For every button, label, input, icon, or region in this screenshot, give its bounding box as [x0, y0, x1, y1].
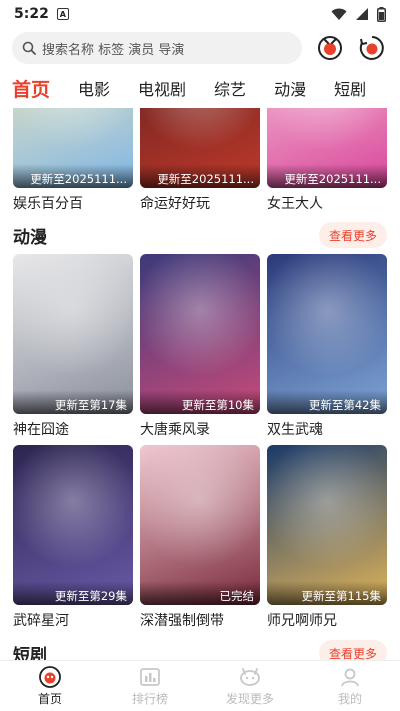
video-title: 大唐乘风录 [140, 422, 210, 438]
section-header-short-drama: 短剧 查看更多 [13, 638, 387, 660]
tab-variety[interactable]: 综艺 [214, 76, 246, 100]
episode-badge: 更新至第42集 [267, 390, 387, 414]
nav-label: 首页 [37, 691, 62, 706]
search-placeholder: 搜索名称 标签 演员 导演 [42, 42, 185, 58]
status-bar: 5:22 A [0, 0, 400, 28]
tab-anime[interactable]: 动漫 [274, 76, 306, 100]
tab-tv-series[interactable]: 电视剧 [138, 76, 186, 100]
episode-badge: 更新至第115集 [267, 581, 387, 605]
nav-label: 我的 [337, 691, 362, 706]
variety-row: 更新至2025111... 娱乐百分百 更新至2025111... 命运好好玩 … [13, 108, 387, 213]
poster-image: 更新至第10集 [140, 254, 260, 414]
video-title: 娱乐百分百 [13, 196, 83, 212]
profile-icon [339, 666, 361, 688]
search-row: 搜索名称 标签 演员 导演 [0, 28, 400, 68]
video-card[interactable]: 更新至2025111... 娱乐百分百 [13, 108, 133, 213]
search-input[interactable]: 搜索名称 标签 演员 导演 [12, 32, 302, 64]
search-icon [22, 41, 36, 55]
history-icon[interactable] [316, 34, 344, 62]
status-indicators [331, 6, 386, 22]
ranking-icon [139, 666, 161, 688]
video-title: 双生武魂 [267, 422, 323, 438]
download-icon[interactable] [358, 34, 386, 62]
video-card[interactable]: 更新至第42集 双生武魂 [267, 254, 387, 439]
home-feed[interactable]: 更新至2025111... 娱乐百分百 更新至2025111... 命运好好玩 … [0, 108, 400, 660]
poster-image: 更新至第17集 [13, 254, 133, 414]
poster-image: 更新至第115集 [267, 445, 387, 605]
episode-badge: 更新至第29集 [13, 581, 133, 605]
video-card[interactable]: 更新至2025111... 命运好好玩 [140, 108, 260, 213]
nav-item-home[interactable]: 首页 [0, 661, 100, 711]
section-title: 短剧 [13, 645, 47, 661]
nav-label: 排行榜 [131, 691, 168, 706]
episode-badge: 更新至第17集 [13, 390, 133, 414]
nav-item-profile[interactable]: 我的 [300, 661, 400, 711]
video-card[interactable]: 更新至第29集 武碎星河 [13, 445, 133, 630]
see-more-button[interactable]: 查看更多 [318, 640, 387, 660]
poster-image: 更新至2025111... [140, 108, 260, 188]
poster-image: 已完结 [140, 445, 260, 605]
video-card[interactable]: 更新至2025111... 女王大人 [267, 108, 387, 213]
section-header-anime: 动漫 查看更多 [13, 220, 387, 250]
notification-icon: A [56, 8, 69, 20]
poster-image: 更新至2025111... [13, 108, 133, 188]
video-title: 深潜强制倒带 [140, 613, 224, 629]
signal-icon [356, 8, 368, 20]
anime-row-2: 更新至第29集 武碎星河 已完结 深潜强制倒带 更新至第115集 师兄啊师兄 [13, 445, 387, 630]
poster-image: 更新至2025111... [267, 108, 387, 188]
category-tabs: 首页 电影 电视剧 综艺 动漫 短剧 [0, 68, 400, 108]
battery-icon [377, 6, 386, 22]
anime-row-1: 更新至第17集 神在囧途 更新至第10集 大唐乘风录 更新至第42集 双生武魂 [13, 254, 387, 439]
see-more-button[interactable]: 查看更多 [318, 222, 387, 248]
video-title: 神在囧途 [13, 422, 69, 438]
video-title: 女王大人 [267, 196, 323, 212]
poster-image: 更新至第29集 [13, 445, 133, 605]
discover-icon [239, 666, 261, 688]
video-title: 师兄啊师兄 [267, 613, 337, 629]
video-title: 武碎星河 [13, 613, 69, 629]
nav-item-discover[interactable]: 发现更多 [200, 661, 300, 711]
nav-label: 发现更多 [225, 691, 274, 706]
video-card[interactable]: 更新至第17集 神在囧途 [13, 254, 133, 439]
tab-movie[interactable]: 电影 [78, 76, 110, 100]
tab-short-drama[interactable]: 短剧 [334, 76, 366, 100]
section-title: 动漫 [13, 227, 47, 248]
video-title: 命运好好玩 [140, 196, 210, 212]
wifi-icon [331, 8, 347, 20]
episode-badge: 更新至2025111... [140, 164, 260, 188]
video-card[interactable]: 更新至第10集 大唐乘风录 [140, 254, 260, 439]
episode-badge: 更新至第10集 [140, 390, 260, 414]
bottom-nav: 首页 排行榜 发现更多 我的 [0, 660, 400, 711]
episode-badge: 更新至2025111... [13, 164, 133, 188]
episode-badge: 已完结 [140, 581, 260, 605]
poster-image: 更新至第42集 [267, 254, 387, 414]
video-card[interactable]: 更新至第115集 师兄啊师兄 [267, 445, 387, 630]
nav-item-ranking[interactable]: 排行榜 [100, 661, 200, 711]
video-card[interactable]: 已完结 深潜强制倒带 [140, 445, 260, 630]
home-icon [39, 665, 61, 688]
episode-badge: 更新至2025111... [267, 164, 387, 188]
tab-home[interactable]: 首页 [12, 75, 50, 108]
status-time: 5:22 [14, 6, 49, 22]
